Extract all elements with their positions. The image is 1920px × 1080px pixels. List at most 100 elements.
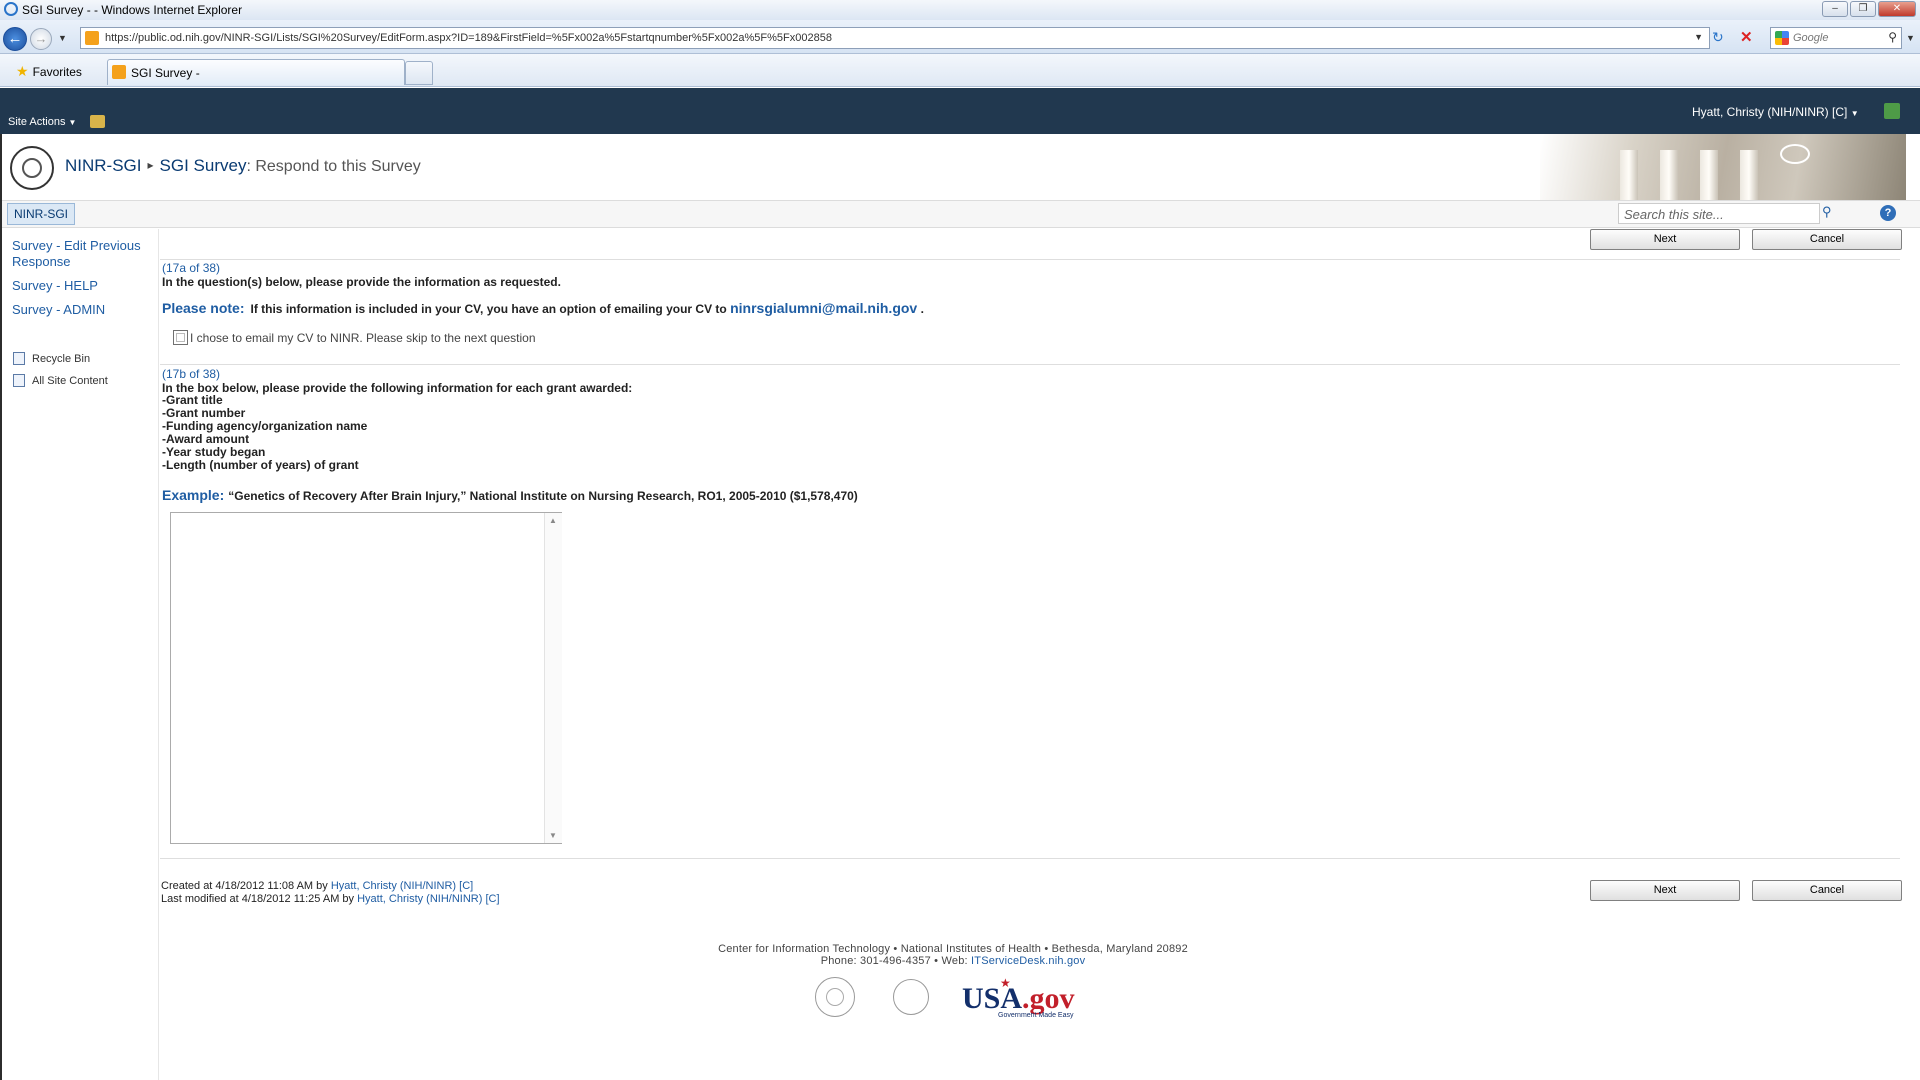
cancel-button-bottom[interactable]: Cancel xyxy=(1752,880,1902,901)
usa-gov-logo[interactable]: USA.gov ★ Government Made Easy xyxy=(962,976,1075,1019)
question-instruction: In the question(s) below, please provide… xyxy=(162,275,561,289)
address-bar[interactable]: https://public.od.nih.gov/NINR-SGI/Lists… xyxy=(80,27,1710,49)
recycle-bin-link[interactable]: Recycle Bin xyxy=(32,353,90,365)
breadcrumb: NINR-SGI ▸ SGI Survey: Respond to this Sur… xyxy=(65,156,421,176)
new-tab-button[interactable] xyxy=(405,61,433,85)
nih-seal-footer-logo[interactable] xyxy=(815,977,855,1017)
usa-gov-tagline: Government Made Easy xyxy=(998,1012,1074,1019)
header-column xyxy=(1660,150,1678,200)
breadcrumb-list-link[interactable]: SGI Survey xyxy=(160,156,247,175)
breadcrumb-separator-icon: ▸ xyxy=(147,158,154,172)
created-user-link[interactable]: Hyatt, Christy (NIH/NINR) [C] xyxy=(331,880,473,892)
site-search-input[interactable]: Search this site... xyxy=(1618,203,1820,224)
page-title: : Respond to this Survey xyxy=(246,158,421,175)
search-options-dropdown-icon[interactable]: ▼ xyxy=(1906,33,1915,43)
question-number: (17a of 38) xyxy=(162,261,221,275)
please-note: Please note: If this information is inclu… xyxy=(162,300,924,316)
stop-icon[interactable]: ✕ xyxy=(1740,28,1753,46)
example: Example: “Genetics of Recovery After Brai… xyxy=(162,487,858,503)
address-url[interactable]: https://public.od.nih.gov/NINR-SGI/Lists… xyxy=(105,32,832,44)
address-dropdown-icon[interactable]: ▼ xyxy=(1694,32,1703,42)
created-prefix: Created at 4/18/2012 11:08 AM by xyxy=(161,880,328,892)
user-name: Hyatt, Christy (NIH/NINR) [C] xyxy=(1692,105,1848,119)
seal-inner-icon xyxy=(22,158,42,178)
favorites-button[interactable]: ★ Favorites xyxy=(16,63,82,80)
header-building-image xyxy=(1540,134,1906,200)
created-info: Created at 4/18/2012 11:08 AM by Hyatt, … xyxy=(161,880,473,892)
next-button[interactable]: Next xyxy=(1590,229,1740,250)
site-actions-label: Site Actions xyxy=(8,116,66,128)
chevron-down-icon: ▼ xyxy=(68,118,77,127)
all-site-content-icon xyxy=(13,374,25,387)
forward-button[interactable]: → xyxy=(30,28,52,50)
example-label: Example: xyxy=(162,487,225,503)
google-icon xyxy=(1775,31,1789,45)
help-icon[interactable]: ? xyxy=(1880,205,1896,221)
restore-button[interactable]: ❐ xyxy=(1850,1,1876,17)
leftnav-link-admin[interactable]: Survey - ADMIN xyxy=(12,302,105,318)
user-menu[interactable]: Hyatt, Christy (NIH/NINR) [C] ▼ xyxy=(1692,105,1859,119)
tab-label: SGI Survey - xyxy=(131,66,200,80)
window-title: SGI Survey - - Windows Internet Explorer xyxy=(22,3,243,17)
question-instruction: In the box below, please provide the fol… xyxy=(162,381,633,395)
next-button-bottom[interactable]: Next xyxy=(1590,880,1740,901)
leftnav-link-edit-response[interactable]: Survey - Edit Previous Response xyxy=(12,238,152,270)
edit-page-icon[interactable] xyxy=(90,115,105,128)
example-text: “Genetics of Recovery After Brain Injury… xyxy=(228,489,858,503)
nih-seal-logo[interactable] xyxy=(10,146,54,190)
footer-web-link[interactable]: ITServiceDesk.nih.gov xyxy=(971,955,1085,967)
browser-search-box[interactable]: Google ⚲ xyxy=(1770,27,1902,49)
textarea-scrollbar[interactable]: ▲ ▼ xyxy=(544,513,562,843)
scroll-down-icon[interactable]: ▼ xyxy=(549,831,557,840)
note-email-link[interactable]: ninrsgialumni@mail.nih.gov xyxy=(730,300,917,316)
favorites-label: Favorites xyxy=(32,65,82,79)
back-button[interactable]: ← xyxy=(3,27,27,51)
checkbox-inner xyxy=(176,333,185,342)
ribbon-bar xyxy=(0,88,1920,134)
divider xyxy=(160,364,1900,365)
user-settings-icon[interactable] xyxy=(1884,103,1900,119)
breadcrumb-site-link[interactable]: NINR-SGI xyxy=(65,156,142,175)
usa-logo-text: USA xyxy=(962,982,1023,1015)
page-favicon-icon xyxy=(85,31,99,45)
grant-info-textarea[interactable] xyxy=(170,512,562,844)
grant-info-item: -Length (number of years) of grant xyxy=(162,458,359,472)
divider xyxy=(160,858,1900,859)
modified-prefix: Last modified at 4/18/2012 11:25 AM by xyxy=(161,893,355,905)
browser-tab[interactable]: SGI Survey - xyxy=(107,59,405,85)
refresh-icon[interactable]: ↻ xyxy=(1712,29,1728,45)
scroll-up-icon[interactable]: ▲ xyxy=(549,516,557,525)
recent-pages-dropdown-icon[interactable]: ▼ xyxy=(58,33,67,43)
topnav-home-link[interactable]: NINR-SGI xyxy=(7,203,75,225)
site-search-placeholder: Search this site... xyxy=(1624,207,1724,222)
footer-contact: Phone: 301-496-4357 • Web: ITServiceDesk… xyxy=(0,955,1906,967)
star-icon: ★ xyxy=(16,63,29,79)
hhs-eagle-logo[interactable] xyxy=(893,979,929,1015)
minimize-button[interactable]: – xyxy=(1822,1,1848,17)
leftnav-link-help[interactable]: Survey - HELP xyxy=(12,278,98,294)
note-label: Please note: xyxy=(162,300,245,316)
modified-user-link[interactable]: Hyatt, Christy (NIH/NINR) [C] xyxy=(357,893,499,905)
recycle-bin-icon xyxy=(13,352,25,365)
window-title-bar: SGI Survey - - Windows Internet Explorer… xyxy=(0,0,1920,20)
all-site-content-link[interactable]: All Site Content xyxy=(32,375,108,387)
seal-inner-icon xyxy=(826,988,844,1006)
footer-address: Center for Information Technology • Nati… xyxy=(718,943,1188,955)
email-cv-checkbox[interactable] xyxy=(173,330,188,345)
gov-logo-text: .gov xyxy=(1022,982,1075,1015)
search-icon[interactable]: ⚲ xyxy=(1888,30,1897,44)
email-cv-checkbox-label: I chose to email my CV to NINR. Please s… xyxy=(190,331,536,345)
question-number: (17b of 38) xyxy=(162,367,221,381)
header-column xyxy=(1700,150,1718,200)
tag-icon xyxy=(1780,144,1810,164)
chevron-down-icon: ▼ xyxy=(1850,109,1859,118)
cancel-button[interactable]: Cancel xyxy=(1752,229,1902,250)
note-text: If this information is included in your … xyxy=(250,302,727,316)
site-actions-menu[interactable]: Site Actions ▼ xyxy=(8,116,76,128)
close-window-button[interactable]: ✕ xyxy=(1878,1,1916,17)
search-icon[interactable]: ⚲ xyxy=(1822,204,1832,220)
tab-favicon-icon xyxy=(112,65,126,79)
header-column xyxy=(1740,150,1758,200)
modified-info: Last modified at 4/18/2012 11:25 AM by H… xyxy=(161,893,500,905)
footer-phone: Phone: 301-496-4357 • Web: xyxy=(820,955,968,967)
